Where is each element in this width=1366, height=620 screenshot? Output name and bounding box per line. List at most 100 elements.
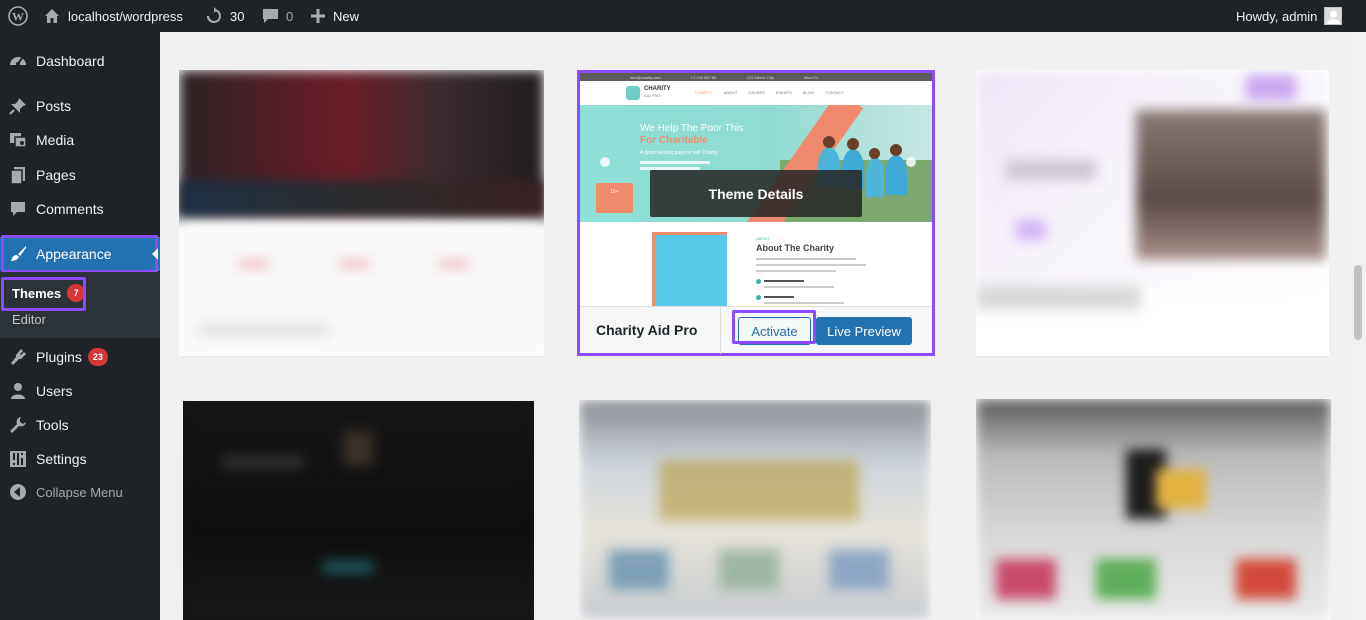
menu-label: Pages xyxy=(36,167,76,183)
refresh-icon xyxy=(205,7,223,25)
submenu-label: Editor xyxy=(12,312,46,327)
themes-count-badge: 7 xyxy=(67,284,86,302)
media-icon xyxy=(0,131,36,149)
about-text-line xyxy=(756,270,836,272)
submenu-label: Themes xyxy=(12,285,62,301)
svg-text:W: W xyxy=(12,10,24,24)
theme-screenshot-accent xyxy=(239,260,269,268)
theme-screenshot-text xyxy=(1006,160,1096,180)
menu-label: Users xyxy=(36,383,73,399)
user-icon xyxy=(0,382,36,400)
theme-screenshot-accent xyxy=(323,561,373,573)
settings-icon xyxy=(0,450,36,468)
new-content-link[interactable]: New xyxy=(311,0,359,32)
collapse-menu-button[interactable]: Collapse Menu xyxy=(0,475,160,509)
current-menu-arrow xyxy=(152,248,158,260)
live-preview-button[interactable]: Live Preview xyxy=(816,317,912,345)
menu-label: Comments xyxy=(36,201,104,217)
menu-settings[interactable]: Settings xyxy=(0,442,160,476)
about-bullet-icon xyxy=(756,295,761,300)
about-bullet-icon xyxy=(756,279,761,284)
submenu-editor[interactable]: Editor xyxy=(12,312,46,327)
submenu-themes[interactable]: Themes 7 xyxy=(12,284,86,302)
screenshot-nav: CHARITY AID PRO CHARITY ABOUT CAUSES EVE… xyxy=(580,81,932,105)
theme-screenshot-accent xyxy=(339,260,369,268)
theme-card[interactable] xyxy=(179,70,544,356)
collapse-icon xyxy=(0,483,36,501)
wordpress-logo-icon[interactable]: W xyxy=(8,0,28,32)
menu-label: Posts xyxy=(36,98,72,114)
menu-plugins[interactable]: Plugins 23 xyxy=(0,340,160,374)
menu-label: Collapse Menu xyxy=(36,484,123,500)
about-text-line xyxy=(764,280,804,282)
pin-icon xyxy=(0,97,36,115)
theme-screenshot-tile xyxy=(829,550,889,590)
screenshot-nav-links: CHARITY ABOUT CAUSES EVENTS BLOG CONTACT xyxy=(695,90,844,95)
theme-screenshot-tile xyxy=(1096,559,1156,599)
hero-head xyxy=(890,144,902,156)
my-account[interactable]: Howdy, admin xyxy=(1236,0,1343,32)
menu-pages[interactable]: Pages xyxy=(0,158,160,192)
screenshot-logo-sub: AID PRO xyxy=(644,93,661,98)
theme-card[interactable] xyxy=(976,70,1329,356)
menu-label: Dashboard xyxy=(36,53,105,69)
pages-icon xyxy=(0,166,36,184)
theme-screenshot-photo xyxy=(1136,110,1326,260)
menu-dashboard[interactable]: Dashboard xyxy=(0,44,160,78)
menu-tools[interactable]: Tools xyxy=(0,408,160,442)
menu-appearance[interactable]: Appearance xyxy=(0,237,160,271)
theme-details-button[interactable]: Theme Details xyxy=(650,170,862,217)
avatar xyxy=(1324,7,1343,25)
screenshot-hero-highlight: For Charitable xyxy=(640,135,708,146)
theme-name-placeholder xyxy=(976,285,1141,310)
comments-link[interactable]: 0 xyxy=(262,0,293,32)
theme-screenshot-accent xyxy=(1246,75,1296,100)
theme-screenshot-banner xyxy=(659,460,859,520)
theme-screenshot-band xyxy=(179,180,544,220)
hero-person xyxy=(866,157,884,197)
screenshot-nav-item: ABOUT xyxy=(723,90,738,95)
screenshot-hero-title: We Help The Poor This xyxy=(640,123,744,134)
theme-screenshot-text xyxy=(223,456,303,468)
comment-bubble-icon xyxy=(262,8,279,24)
about-text-line xyxy=(756,264,866,266)
theme-screenshot-tile xyxy=(996,559,1056,599)
theme-screenshot[interactable]: info@charity.com +1 234 567 89 123 Street,… xyxy=(580,73,932,306)
appearance-submenu: Themes 7 Editor xyxy=(0,272,160,338)
slider-next-icon xyxy=(906,157,916,167)
menu-posts[interactable]: Posts xyxy=(0,89,160,123)
menu-comments[interactable]: Comments xyxy=(0,192,160,226)
site-link[interactable]: localhost/wordpress xyxy=(44,0,183,32)
theme-card[interactable] xyxy=(183,401,534,620)
screenshot-about-tag: ABOUT xyxy=(756,236,770,241)
menu-media[interactable]: Media xyxy=(0,123,160,157)
screenshot-about-title: About The Charity xyxy=(756,243,834,253)
theme-screenshot-figure xyxy=(343,431,373,466)
updates-link[interactable]: 30 xyxy=(205,0,244,32)
screenshot-hero-badge: 15+ xyxy=(596,183,633,213)
theme-screenshot-accent xyxy=(439,260,469,268)
hero-head xyxy=(847,138,859,150)
menu-label: Plugins xyxy=(36,349,82,365)
screenshot-nav-item: CHARITY xyxy=(695,90,713,95)
admin-bar: W localhost/wordpress 30 0 New Howdy, ad… xyxy=(0,0,1366,32)
theme-screenshot-accent xyxy=(1016,220,1046,240)
menu-label: Settings xyxy=(36,451,87,467)
theme-card[interactable] xyxy=(579,400,931,620)
about-text-line xyxy=(764,296,794,298)
menu-label: Appearance xyxy=(36,246,112,262)
theme-screenshot-tile xyxy=(719,550,779,590)
scrollbar-thumb[interactable] xyxy=(1354,265,1362,340)
featured-theme-card[interactable]: info@charity.com +1 234 567 89 123 Street,… xyxy=(577,70,935,356)
theme-card[interactable] xyxy=(976,399,1331,620)
greeting: Howdy, admin xyxy=(1236,8,1318,24)
screenshot-nav-item: EVENTS xyxy=(775,90,792,95)
theme-name: Charity Aid Pro xyxy=(596,322,698,338)
theme-footer: Charity Aid Pro Activate Live Preview xyxy=(580,306,932,354)
menu-users[interactable]: Users xyxy=(0,374,160,408)
plug-icon xyxy=(0,348,36,366)
plugins-count-badge: 23 xyxy=(87,348,108,366)
page-scrollbar[interactable] xyxy=(1350,32,1366,620)
activate-button[interactable]: Activate xyxy=(738,317,811,345)
plus-icon xyxy=(311,9,325,23)
